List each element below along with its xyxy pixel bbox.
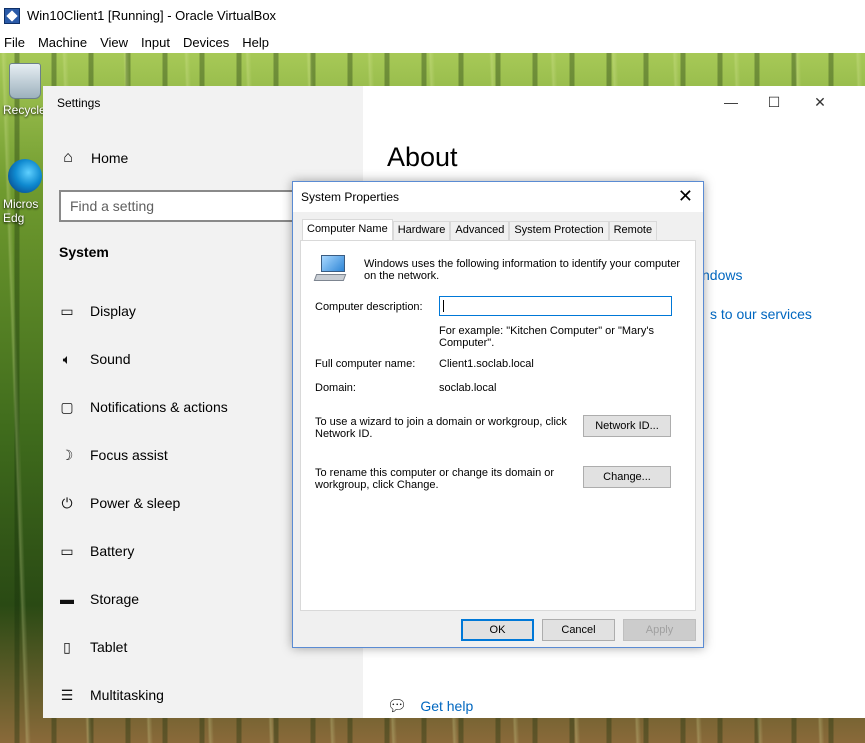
display-icon: ▭ — [60, 303, 74, 319]
intro-text: Windows uses the following information t… — [364, 258, 681, 282]
home-label: Home — [91, 150, 129, 166]
settings-section-heading: System — [59, 244, 109, 260]
nav-item-label: Focus assist — [90, 447, 168, 463]
domain-label: Domain: — [315, 382, 356, 394]
nav-item-focus-assist[interactable]: ☽ Focus assist — [59, 447, 168, 463]
moon-icon: ☽ — [60, 447, 74, 463]
sound-icon: 🔈︎ — [62, 351, 72, 367]
dialog-close-icon[interactable]: ✕ — [678, 187, 693, 205]
desktop-icon-edge[interactable]: Micros Edg — [3, 159, 47, 225]
search-placeholder: Find a setting — [70, 198, 155, 214]
recycle-bin-icon — [9, 63, 41, 99]
nav-item-label: Notifications & actions — [90, 399, 228, 415]
nav-item-label: Power & sleep — [90, 495, 181, 511]
nav-item-power-sleep[interactable]: ⏻ Power & sleep — [59, 495, 180, 511]
network-id-button[interactable]: Network ID... — [583, 415, 671, 437]
nav-item-display[interactable]: ▭ Display — [59, 303, 136, 319]
full-name-value: Client1.soclab.local — [439, 358, 534, 370]
tablet-icon: ▯ — [63, 639, 71, 655]
menu-help[interactable]: Help — [237, 35, 277, 50]
ok-button[interactable]: OK — [461, 619, 534, 641]
computer-name-panel: Windows uses the following information t… — [300, 240, 696, 611]
minimize-button[interactable]: — — [723, 94, 739, 110]
example-text: For example: "Kitchen Computer" or "Mary… — [439, 325, 654, 349]
system-properties-dialog: System Properties ✕ Computer Name Hardwa… — [292, 181, 704, 648]
storage-icon: ▬ — [60, 591, 74, 607]
nav-item-multitasking[interactable]: ☰ Multitasking — [59, 687, 164, 703]
settings-window-title: Settings — [57, 96, 101, 110]
nav-item-tablet[interactable]: ▯ Tablet — [59, 639, 127, 655]
desktop-icon-label: Recycle — [3, 103, 46, 117]
nav-item-label: Battery — [90, 543, 135, 559]
nav-item-label: Multitasking — [90, 687, 164, 703]
menu-file[interactable]: File — [0, 35, 33, 50]
apply-button[interactable]: Apply — [623, 619, 696, 641]
computer-icon — [313, 255, 347, 283]
nav-item-notifications[interactable]: ▢ Notifications & actions — [59, 399, 228, 415]
partial-link-services[interactable]: s to our services — [710, 306, 812, 322]
partial-link-windows[interactable]: ndows — [702, 267, 742, 283]
nav-item-label: Display — [90, 303, 136, 319]
nav-item-label: Sound — [90, 351, 131, 367]
tab-system-protection[interactable]: System Protection — [509, 221, 609, 240]
battery-icon: ▭ — [60, 543, 74, 559]
desktop-icon-recycle-bin[interactable]: Recycle — [3, 63, 47, 117]
description-label: Computer description: — [315, 301, 423, 313]
vbox-titlebar: Win10Client1 [Running] - Oracle VirtualB… — [0, 0, 865, 31]
virtualbox-icon — [4, 7, 20, 24]
settings-home-link[interactable]: ⌂ Home — [59, 149, 128, 167]
page-title: About — [387, 142, 458, 172]
dialog-tabs: Computer Name Hardware Advanced System P… — [302, 219, 658, 241]
nav-item-storage[interactable]: ▬ Storage — [59, 591, 139, 607]
nav-item-sound[interactable]: 🔈︎ Sound — [59, 351, 131, 367]
help-chat-icon: 💬︎ — [387, 698, 408, 715]
vbox-window-title: Win10Client1 [Running] - Oracle VirtualB… — [27, 8, 277, 23]
menu-input[interactable]: Input — [136, 35, 178, 50]
edge-icon — [8, 159, 42, 193]
nav-item-battery[interactable]: ▭ Battery — [59, 543, 134, 559]
nav-item-label: Storage — [90, 591, 140, 607]
network-id-text: To use a wizard to join a domain or work… — [315, 416, 567, 440]
multitasking-icon: ☰ — [60, 687, 74, 703]
nav-item-label: Tablet — [90, 639, 128, 655]
power-icon: ⏻ — [61, 495, 73, 511]
tab-computer-name[interactable]: Computer Name — [302, 219, 393, 241]
computer-description-input[interactable] — [439, 296, 672, 316]
tab-remote[interactable]: Remote — [608, 221, 658, 240]
menu-view[interactable]: View — [95, 35, 136, 50]
cancel-button[interactable]: Cancel — [542, 619, 615, 641]
menu-machine[interactable]: Machine — [33, 35, 95, 50]
dialog-titlebar: System Properties ✕ — [293, 182, 703, 212]
maximize-button[interactable]: ☐ — [766, 94, 782, 110]
home-icon: ⌂ — [63, 149, 73, 166]
tab-hardware[interactable]: Hardware — [392, 221, 451, 240]
change-button[interactable]: Change... — [583, 466, 671, 488]
rename-text: To rename this computer or change its do… — [315, 467, 555, 491]
full-name-label: Full computer name: — [315, 358, 416, 370]
domain-value: soclab.local — [439, 382, 497, 394]
get-help-label: Get help — [420, 698, 474, 714]
notifications-icon: ▢ — [60, 399, 74, 415]
text-caret — [443, 300, 444, 312]
get-help-link[interactable]: 💬︎ Get help — [387, 696, 473, 716]
tab-advanced[interactable]: Advanced — [450, 221, 510, 240]
close-button[interactable]: ✕ — [812, 94, 828, 110]
menu-devices[interactable]: Devices — [178, 35, 237, 50]
dialog-title: System Properties — [301, 190, 400, 204]
desktop-icon-label: Micros Edg — [3, 197, 39, 225]
vbox-menubar: File Machine View Input Devices Help — [0, 31, 865, 53]
